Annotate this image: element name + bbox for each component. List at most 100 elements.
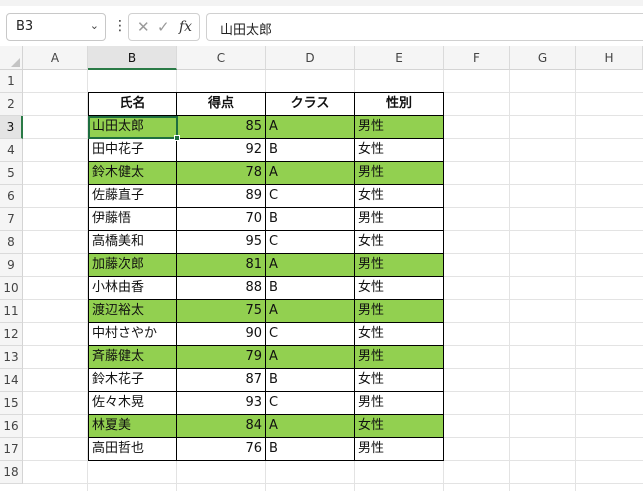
row-header-6[interactable]: 6: [0, 185, 23, 208]
table-cell-score[interactable]: 89: [177, 185, 266, 208]
table-cell-name[interactable]: 佐々木晃: [88, 392, 177, 415]
table-cell-gender[interactable]: 女性: [355, 139, 444, 162]
row-header-11[interactable]: 11: [0, 300, 23, 323]
table-cell-gender[interactable]: 男性: [355, 116, 444, 139]
row-header-15[interactable]: 15: [0, 392, 23, 415]
name-box[interactable]: B3 ⌄: [6, 13, 106, 41]
table-cell-score[interactable]: 70: [177, 208, 266, 231]
row-header-13[interactable]: 13: [0, 346, 23, 369]
table-cell-name[interactable]: 加藤次郎: [88, 254, 177, 277]
formula-input[interactable]: 山田太郎: [206, 13, 643, 41]
table-cell-gender[interactable]: 男性: [355, 392, 444, 415]
table-cell-class[interactable]: A: [266, 162, 355, 185]
column-header-c[interactable]: C: [177, 46, 266, 70]
table-cell-score[interactable]: 78: [177, 162, 266, 185]
table-cell-name[interactable]: 小林由香: [88, 277, 177, 300]
table-cell-gender[interactable]: 女性: [355, 185, 444, 208]
table-header-cell[interactable]: 性別: [355, 92, 444, 116]
table-cell-gender[interactable]: 女性: [355, 277, 444, 300]
table-cell-class[interactable]: C: [266, 185, 355, 208]
table-cell-class[interactable]: A: [266, 346, 355, 369]
table-cell-name[interactable]: 鈴木花子: [88, 369, 177, 392]
table-cell-name[interactable]: 山田太郎: [88, 116, 177, 139]
row-header-4[interactable]: 4: [0, 139, 23, 162]
row-header-12[interactable]: 12: [0, 323, 23, 346]
table-cell-gender[interactable]: 男性: [355, 346, 444, 369]
table-cell-gender[interactable]: 女性: [355, 231, 444, 254]
table-cell-score[interactable]: 84: [177, 415, 266, 438]
table-cell-score[interactable]: 95: [177, 231, 266, 254]
table-cell-score[interactable]: 75: [177, 300, 266, 323]
table-cell-class[interactable]: B: [266, 277, 355, 300]
table-cell-class[interactable]: A: [266, 300, 355, 323]
table-cell-class[interactable]: B: [266, 369, 355, 392]
enter-check-icon[interactable]: ✓: [157, 18, 170, 36]
table-header-cell[interactable]: 氏名: [88, 92, 177, 116]
table-cell-gender[interactable]: 男性: [355, 300, 444, 323]
table-cell-gender[interactable]: 女性: [355, 415, 444, 438]
table-cell-class[interactable]: A: [266, 116, 355, 139]
table-cell-class[interactable]: A: [266, 415, 355, 438]
table-cell-class[interactable]: C: [266, 231, 355, 254]
table-cell-score[interactable]: 76: [177, 438, 266, 461]
row-header-5[interactable]: 5: [0, 162, 23, 185]
table-cell-name[interactable]: 渡辺裕太: [88, 300, 177, 323]
table-cell-name[interactable]: 高橋美和: [88, 231, 177, 254]
cancel-icon[interactable]: ✕: [137, 18, 150, 36]
row-header-9[interactable]: 9: [0, 254, 23, 277]
table-cell-score[interactable]: 92: [177, 139, 266, 162]
table-cell-name[interactable]: 高田哲也: [88, 438, 177, 461]
table-cell-gender[interactable]: 女性: [355, 323, 444, 346]
column-header-b[interactable]: B: [88, 46, 177, 70]
table-cell-class[interactable]: B: [266, 208, 355, 231]
table-cell-name[interactable]: 中村さやか: [88, 323, 177, 346]
chevron-down-icon[interactable]: ⌄: [90, 19, 99, 32]
table-cell-gender[interactable]: 男性: [355, 254, 444, 277]
table-cell-name[interactable]: 林夏美: [88, 415, 177, 438]
row-header-1[interactable]: 1: [0, 70, 23, 93]
table-cell-class[interactable]: B: [266, 139, 355, 162]
row-header-17[interactable]: 17: [0, 438, 23, 461]
table-cell-score[interactable]: 79: [177, 346, 266, 369]
row-header-3[interactable]: 3: [0, 116, 23, 139]
row-header-8[interactable]: 8: [0, 231, 23, 254]
column-header-f[interactable]: F: [444, 46, 510, 70]
table-cell-class[interactable]: C: [266, 392, 355, 415]
spreadsheet-grid[interactable]: A B C D E F G H 1 2 3 4 5 6 7 8 9 10 11 12 13 14 15 16 17 18 氏名 得点ク…: [0, 46, 643, 491]
table-cell-class[interactable]: A: [266, 254, 355, 277]
table-cell-class[interactable]: B: [266, 438, 355, 461]
row-header-10[interactable]: 10: [0, 277, 23, 300]
table-cell-gender[interactable]: 女性: [355, 369, 444, 392]
table-cell-gender[interactable]: 男性: [355, 208, 444, 231]
row-header-14[interactable]: 14: [0, 369, 23, 392]
table-cell-gender[interactable]: 男性: [355, 162, 444, 185]
table-cell-score[interactable]: 87: [177, 369, 266, 392]
insert-function-icon[interactable]: fx: [179, 18, 192, 36]
column-header-d[interactable]: D: [266, 46, 355, 70]
table-cell-name[interactable]: 田中花子: [88, 139, 177, 162]
table-cell-class[interactable]: C: [266, 323, 355, 346]
table-cell-score[interactable]: 85: [177, 116, 266, 139]
column-header-a[interactable]: A: [23, 46, 88, 70]
fill-handle[interactable]: [174, 135, 180, 141]
table-cell-name[interactable]: 佐藤直子: [88, 185, 177, 208]
table-cell-name[interactable]: 鈴木健太: [88, 162, 177, 185]
table-cell-gender[interactable]: 男性: [355, 438, 444, 461]
column-header-e[interactable]: E: [355, 46, 444, 70]
row-header-18[interactable]: 18: [0, 461, 23, 484]
table-header-cell[interactable]: 得点: [177, 92, 266, 116]
select-all-corner[interactable]: [0, 46, 23, 70]
column-header-h[interactable]: H: [576, 46, 643, 70]
more-options-icon[interactable]: ⋮: [113, 17, 127, 35]
table-cell-name[interactable]: 伊藤悟: [88, 208, 177, 231]
table-cell-name[interactable]: 斉藤健太: [88, 346, 177, 369]
column-header-g[interactable]: G: [510, 46, 576, 70]
table-header-cell[interactable]: クラス: [266, 92, 355, 116]
table-cell-score[interactable]: 93: [177, 392, 266, 415]
table-cell-score[interactable]: 81: [177, 254, 266, 277]
table-cell-score[interactable]: 90: [177, 323, 266, 346]
row-header-2[interactable]: 2: [0, 93, 23, 116]
row-header-7[interactable]: 7: [0, 208, 23, 231]
table-cell-score[interactable]: 88: [177, 277, 266, 300]
row-header-16[interactable]: 16: [0, 415, 23, 438]
